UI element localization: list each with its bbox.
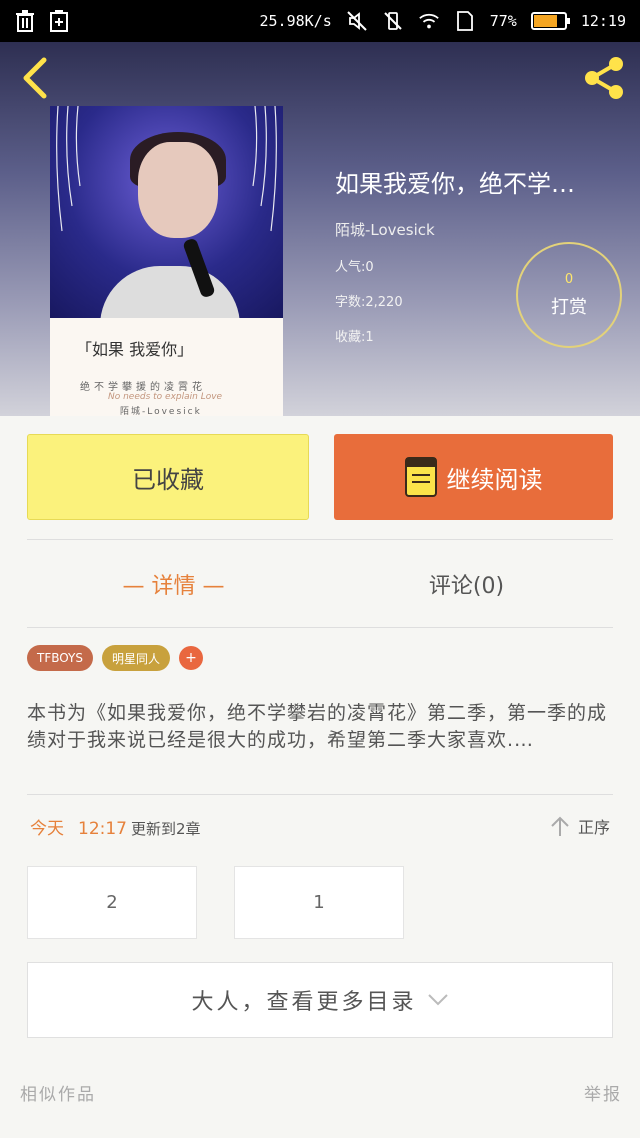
add-tag-button[interactable]: +: [179, 646, 204, 670]
willow-decoration: [252, 106, 277, 232]
book-description[interactable]: 本书为《如果我爱你，绝不学攀岩的凌霄花》第二季，第一季的成绩对于我来说已经是很大…: [27, 700, 613, 754]
divider: [27, 627, 613, 628]
tag-chip[interactable]: TFBOYS: [27, 645, 93, 671]
update-info: 今天 12:17 更新到2章: [30, 814, 201, 839]
tab-detail[interactable]: — 详情 —: [27, 540, 320, 628]
similar-works-heading: 相似作品: [20, 1085, 96, 1105]
battery-icon: [530, 12, 570, 30]
favorited-button[interactable]: 已收藏: [27, 434, 309, 520]
network-speed: 25.98K/s: [259, 12, 332, 30]
favorited-label: 已收藏: [132, 465, 204, 494]
more-chapters-label: 大人，查看更多目录: [191, 990, 417, 1015]
update-day: 今天: [30, 819, 64, 839]
tag-chip[interactable]: 明星同人: [102, 645, 171, 671]
chevron-down-icon: [427, 994, 448, 1006]
vibrate-icon: [382, 10, 404, 32]
continue-reading-button[interactable]: 继续阅读: [334, 434, 613, 520]
sort-order-button[interactable]: 正序: [550, 814, 610, 838]
cover-figure-face: [138, 142, 218, 238]
more-chapters-button[interactable]: 大人，查看更多目录: [27, 962, 613, 1038]
willow-decoration: [56, 106, 81, 232]
tip-count: 0: [564, 271, 574, 287]
divider: [27, 794, 613, 795]
book-author[interactable]: 陌城-Lovesick: [335, 219, 635, 240]
battery-percent: 77%: [489, 12, 517, 30]
chapter-item[interactable]: 1: [234, 866, 404, 939]
clock: 12:19: [580, 12, 626, 30]
tip-button[interactable]: 0 打赏: [516, 242, 622, 348]
book-title: 如果我爱你，绝不学…: [335, 170, 575, 198]
cover-english: No needs to explain Love: [108, 392, 223, 402]
continue-reading-label: 继续阅读: [446, 465, 543, 494]
arrow-up-icon: [551, 816, 569, 836]
clipboard-icon: [48, 10, 70, 32]
share-icon: [585, 57, 623, 99]
chapter-item[interactable]: 2: [27, 866, 197, 939]
tag-list: TFBOYS 明星同人 +: [27, 645, 204, 671]
trash-icon: [14, 10, 36, 32]
mute-icon: [346, 10, 368, 32]
book-cover[interactable]: 「如果 我爱你」 绝不学攀援的凌霄花 No needs to explain L…: [50, 106, 283, 416]
cover-author: 陌城-Lovesick: [120, 407, 202, 416]
tip-label: 打赏: [551, 296, 587, 318]
share-button[interactable]: [580, 54, 628, 102]
cover-title: 「如果 我爱你」: [76, 340, 194, 359]
update-time: 12:17: [78, 819, 127, 839]
tab-comments[interactable]: 评论(0): [320, 540, 613, 628]
sim-icon: [454, 10, 476, 32]
report-button[interactable]: 举报: [584, 1080, 622, 1105]
book-header: 「如果 我爱你」 绝不学攀援的凌霄花 No needs to explain L…: [0, 42, 640, 416]
cover-tagline: 绝不学攀援的凌霄花: [80, 382, 206, 393]
status-bar: 25.98K/s 77% 12:19: [0, 0, 640, 42]
back-button[interactable]: [18, 56, 52, 100]
tab-bar: — 详情 — 评论(0): [27, 540, 613, 628]
wifi-icon: [418, 10, 440, 32]
book-icon: [404, 457, 437, 497]
update-text: 更新到2章: [131, 820, 201, 838]
sort-label: 正序: [577, 818, 610, 837]
back-chevron-icon: [23, 57, 47, 99]
